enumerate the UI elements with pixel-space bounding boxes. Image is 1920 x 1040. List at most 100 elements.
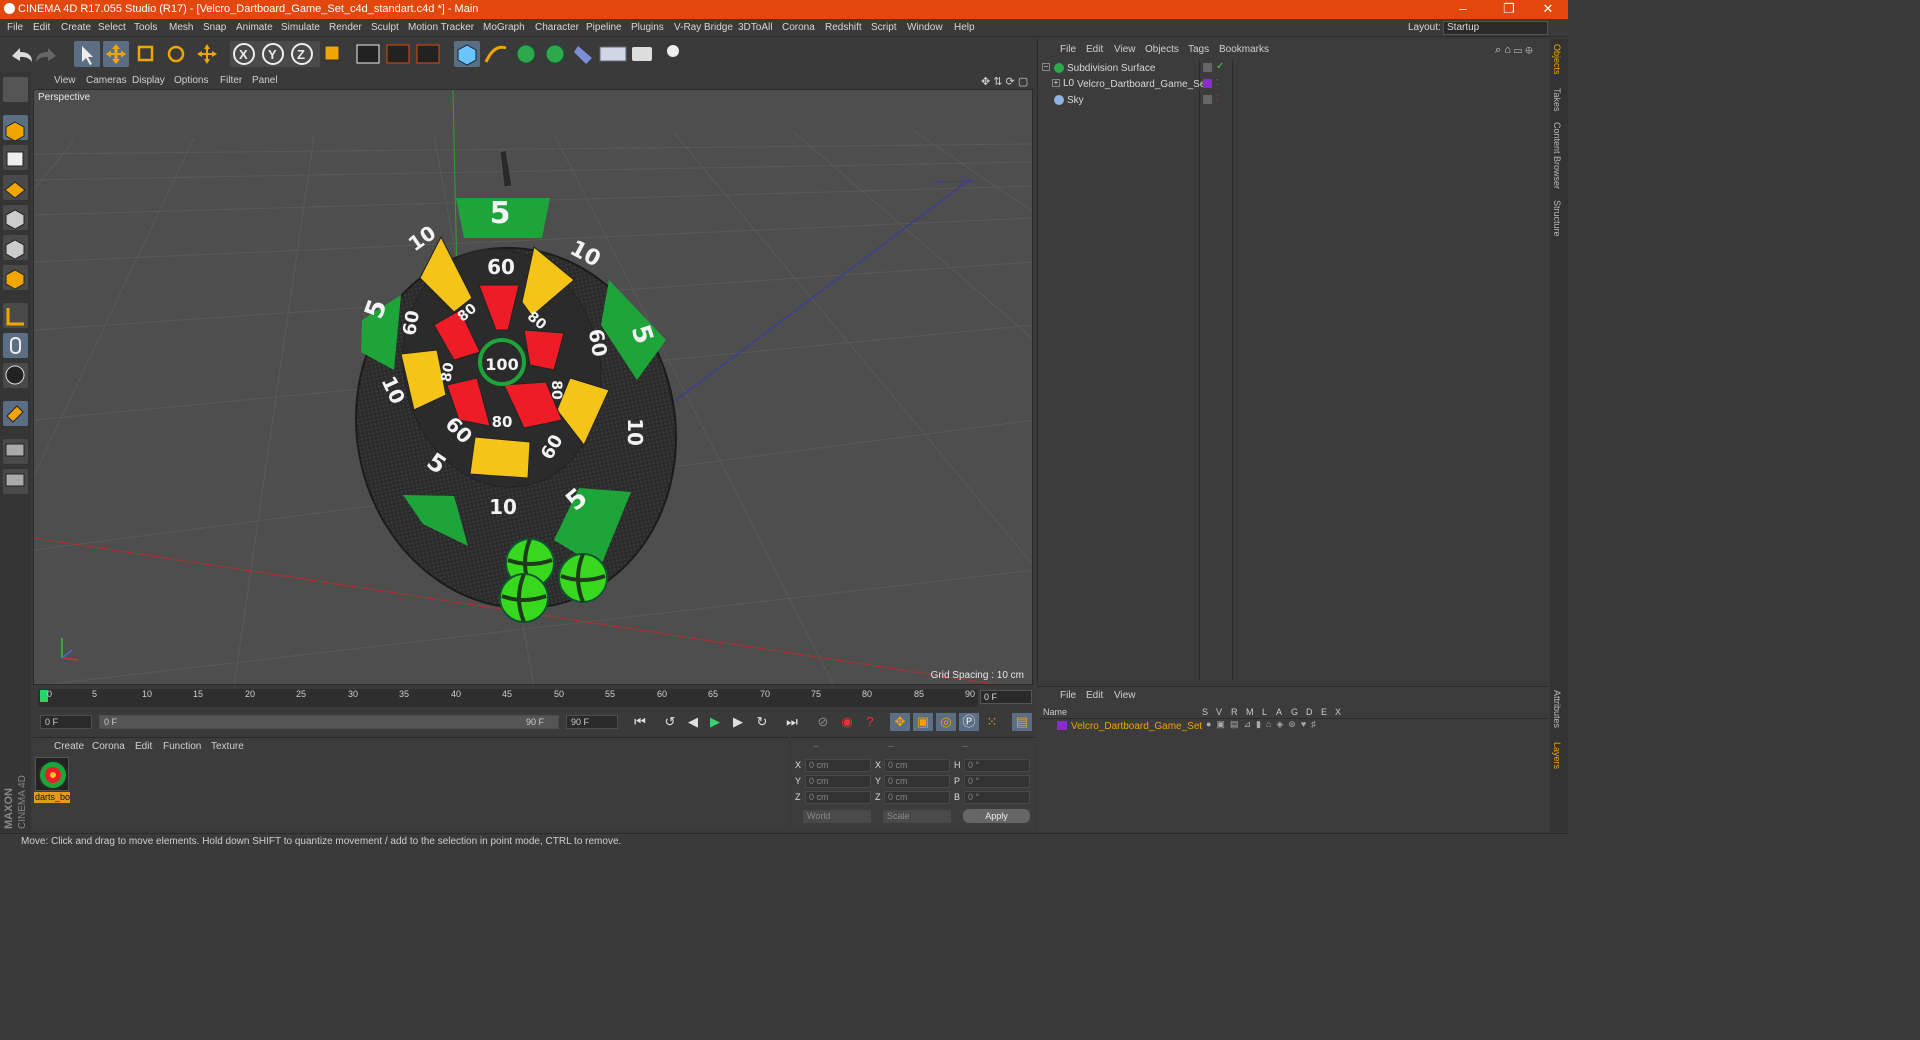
render-picture-viewer-icon[interactable] bbox=[386, 44, 410, 64]
light-icon[interactable] bbox=[667, 45, 679, 57]
layer-col-expressions[interactable]: E bbox=[1321, 707, 1327, 717]
object-menu-file[interactable]: File bbox=[1060, 44, 1076, 55]
layer-col-solo[interactable]: S bbox=[1202, 707, 1208, 717]
menu-window[interactable]: Window bbox=[907, 22, 943, 33]
rotation-h-field[interactable]: 0 ° bbox=[964, 759, 1030, 772]
keyframe-selection-button[interactable]: ? bbox=[860, 713, 880, 731]
tab-takes[interactable]: Takes bbox=[1552, 88, 1562, 112]
redo-icon[interactable] bbox=[36, 48, 56, 62]
next-key-button[interactable]: ↻ bbox=[752, 713, 772, 731]
coordinate-system-icon[interactable] bbox=[324, 45, 340, 61]
viewport-menu-filter[interactable]: Filter bbox=[220, 75, 242, 86]
rotation-p-field[interactable]: 0 ° bbox=[964, 775, 1030, 788]
tab-structure[interactable]: Structure bbox=[1552, 200, 1562, 237]
visibility-dots-icon[interactable]: ⁚ bbox=[1216, 78, 1219, 87]
viewport-menu-display[interactable]: Display bbox=[132, 75, 165, 86]
undo-icon[interactable] bbox=[12, 48, 32, 62]
menu-help[interactable]: Help bbox=[954, 22, 975, 33]
object-manager-search-icon[interactable]: ⌕ ⌂ ▭ ⊕ bbox=[1495, 44, 1533, 57]
rotate-icon[interactable] bbox=[167, 45, 185, 63]
restore-button[interactable]: ❐ bbox=[1489, 0, 1529, 19]
layer-col-locked[interactable]: L bbox=[1262, 707, 1267, 717]
material-name-label[interactable]: darts_bo bbox=[34, 792, 70, 803]
menu-simulate[interactable]: Simulate bbox=[281, 22, 320, 33]
viewport-menu-options[interactable]: Options bbox=[174, 75, 208, 86]
render-settings-icon[interactable] bbox=[416, 44, 440, 64]
key-position-button[interactable]: ✥ bbox=[890, 713, 910, 731]
layer-col-xref[interactable]: X bbox=[1335, 707, 1341, 717]
minimize-button[interactable]: – bbox=[1443, 0, 1483, 19]
timeline-ruler[interactable]: 0 5 10 15 20 25 30 35 40 45 50 55 60 65 … bbox=[38, 689, 978, 707]
object-name[interactable]: Subdivision Surface bbox=[1067, 63, 1155, 74]
tab-attributes[interactable]: Attributes bbox=[1552, 690, 1562, 728]
cloner-icon[interactable] bbox=[545, 44, 565, 64]
next-frame-button[interactable]: ▶ bbox=[728, 713, 748, 731]
menu-create[interactable]: Create bbox=[61, 22, 91, 33]
autokeying-button[interactable]: ◉ bbox=[837, 713, 857, 731]
layout-select[interactable]: Startup bbox=[1443, 21, 1548, 35]
coordinate-space-select[interactable]: World bbox=[803, 810, 871, 823]
size-y-field[interactable]: 0 cm bbox=[884, 775, 950, 788]
close-button[interactable]: ✕ bbox=[1528, 0, 1568, 19]
visibility-toggle-icon[interactable] bbox=[1203, 63, 1212, 72]
layer-menu-file[interactable]: File bbox=[1060, 690, 1076, 701]
max-frame-field[interactable]: 90 F bbox=[566, 715, 618, 729]
position-z-field[interactable]: 0 cm bbox=[805, 791, 871, 804]
material-thumbnail[interactable] bbox=[35, 757, 69, 791]
menu-mograph[interactable]: MoGraph bbox=[483, 22, 525, 33]
object-menu-objects[interactable]: Objects bbox=[1145, 44, 1179, 55]
size-z-field[interactable]: 0 cm bbox=[884, 791, 950, 804]
spline-pen-icon[interactable] bbox=[484, 45, 507, 63]
layer-col-view[interactable]: V bbox=[1216, 707, 1222, 717]
material-menu-function[interactable]: Function bbox=[163, 741, 201, 752]
material-menu-edit[interactable]: Edit bbox=[135, 741, 152, 752]
menu-file[interactable]: File bbox=[7, 22, 23, 33]
viewport-menu-view[interactable]: View bbox=[54, 75, 76, 86]
menu-motion-tracker[interactable]: Motion Tracker bbox=[408, 22, 474, 33]
layer-menu-edit[interactable]: Edit bbox=[1086, 690, 1103, 701]
object-row-subdivision-surface[interactable]: − Subdivision Surface ✓ bbox=[1040, 61, 1548, 76]
object-name[interactable]: Velcro_Dartboard_Game_Set bbox=[1077, 79, 1208, 90]
layer-col-manager[interactable]: M bbox=[1246, 707, 1254, 717]
enabled-check-icon[interactable]: ✓ bbox=[1216, 61, 1224, 72]
menu-pipeline[interactable]: Pipeline bbox=[586, 22, 622, 33]
start-frame-field[interactable]: 0 F bbox=[40, 715, 92, 729]
preview-range-slider[interactable]: 0 F 90 F bbox=[99, 715, 559, 729]
tab-content-browser[interactable]: Content Browser bbox=[1552, 122, 1562, 189]
viewport-menu-panel[interactable]: Panel bbox=[252, 75, 278, 86]
menu-plugins[interactable]: Plugins bbox=[631, 22, 664, 33]
size-x-field[interactable]: 0 cm bbox=[884, 759, 950, 772]
floor-icon[interactable] bbox=[599, 46, 627, 62]
key-parameter-button[interactable]: Ⓟ bbox=[959, 713, 979, 731]
material-menu-texture[interactable]: Texture bbox=[211, 741, 244, 752]
menu-character[interactable]: Character bbox=[535, 22, 579, 33]
layer-menu-view[interactable]: View bbox=[1114, 690, 1136, 701]
timeline-window-button[interactable]: ▤ bbox=[1012, 713, 1032, 731]
menu-redshift[interactable]: Redshift bbox=[825, 22, 862, 33]
object-row-velcro-dartboard[interactable]: + L0 Velcro_Dartboard_Game_Set ⁚ bbox=[1040, 77, 1548, 92]
previous-frame-button[interactable]: ◀ bbox=[683, 713, 703, 731]
key-rotation-button[interactable]: ◎ bbox=[936, 713, 956, 731]
key-scale-button[interactable]: ▣ bbox=[913, 713, 933, 731]
record-active-objects-button[interactable]: ⊘ bbox=[813, 713, 833, 731]
object-name[interactable]: Sky bbox=[1067, 95, 1084, 106]
visibility-toggle-icon[interactable] bbox=[1203, 95, 1212, 104]
menu-render[interactable]: Render bbox=[329, 22, 362, 33]
object-menu-view[interactable]: View bbox=[1114, 44, 1136, 55]
scale-icon[interactable] bbox=[137, 45, 154, 62]
position-y-field[interactable]: 0 cm bbox=[805, 775, 871, 788]
menu-script[interactable]: Script bbox=[871, 22, 897, 33]
previous-key-button[interactable]: ↺ bbox=[660, 713, 680, 731]
menu-mesh[interactable]: Mesh bbox=[169, 22, 193, 33]
subdivision-surface-icon[interactable] bbox=[516, 44, 536, 64]
current-frame-field[interactable]: 0 F bbox=[980, 690, 1032, 704]
3d-viewport[interactable]: 5 10 5 10 5 10 5 10 5 10 60 60 60 60 60 … bbox=[33, 89, 1033, 685]
layer-col-deformers[interactable]: D bbox=[1306, 707, 1313, 717]
menu-tools[interactable]: Tools bbox=[134, 22, 157, 33]
collapse-toggle-icon[interactable]: − bbox=[1042, 63, 1050, 71]
menu-sculpt[interactable]: Sculpt bbox=[371, 22, 399, 33]
layer-toggle-icons[interactable]: ●▣▤⊿▮⌂◈⊛♥♯ bbox=[1206, 719, 1321, 730]
expand-toggle-icon[interactable]: + bbox=[1052, 79, 1060, 87]
menu-corona[interactable]: Corona bbox=[782, 22, 815, 33]
menu-vray-bridge[interactable]: V-Ray Bridge bbox=[674, 22, 733, 33]
